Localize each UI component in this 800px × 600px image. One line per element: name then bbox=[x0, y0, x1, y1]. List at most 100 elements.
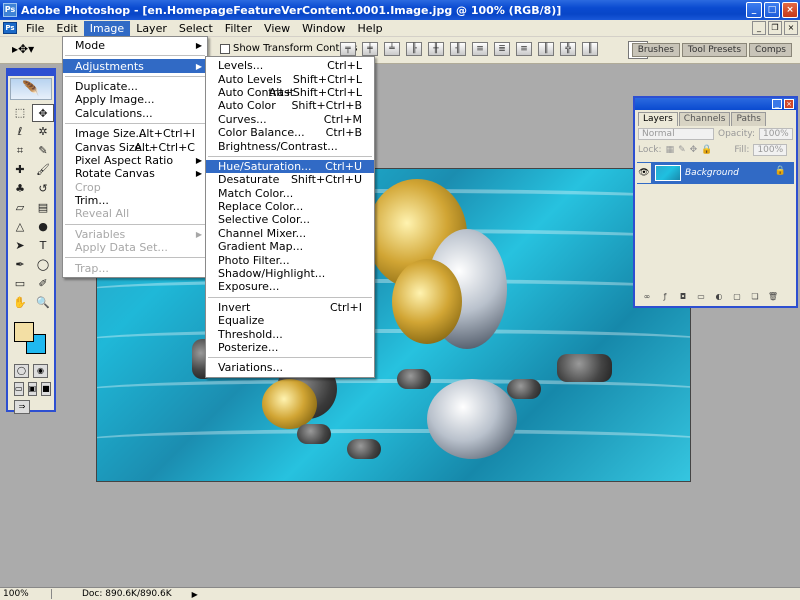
show-transform-controls-checkbox[interactable]: Show Transform Controls bbox=[220, 43, 357, 54]
eyedropper-tool-icon[interactable]: ✐ bbox=[32, 275, 54, 293]
toolbox-title-bar[interactable] bbox=[8, 70, 54, 76]
distribute-right-icon[interactable]: ║ bbox=[582, 42, 598, 56]
layer-row-background[interactable]: 👁 Background 🔒 bbox=[637, 162, 794, 184]
distribute-hcenter-icon[interactable]: ╬ bbox=[560, 42, 576, 56]
gradient-tool-icon[interactable]: ▤ bbox=[32, 199, 54, 217]
adjustment-layer-icon[interactable]: ◐ bbox=[713, 292, 725, 302]
lock-all-icon[interactable]: 🔒 bbox=[701, 145, 712, 155]
standard-screen-icon[interactable]: ▭ bbox=[14, 382, 24, 396]
tab-tool-presets[interactable]: Tool Presets bbox=[681, 43, 748, 57]
path-selection-icon[interactable]: ➤ bbox=[9, 237, 31, 255]
adjust-item-channel-mixer[interactable]: Channel Mixer... bbox=[206, 227, 374, 240]
align-bottom-icon[interactable]: ╧ bbox=[384, 42, 400, 56]
shape-tool-icon[interactable]: ◯ bbox=[32, 256, 54, 274]
menu-image[interactable]: Image bbox=[83, 20, 131, 36]
adjust-item-auto-color[interactable]: Auto Color Shift+Ctrl+B bbox=[206, 99, 374, 112]
menu-item-adjustments[interactable]: Adjustments ▶ bbox=[63, 59, 207, 73]
lock-position-icon[interactable]: ✥ bbox=[690, 145, 698, 155]
distribute-top-icon[interactable]: ≡ bbox=[472, 42, 488, 56]
foreground-color-swatch[interactable] bbox=[14, 322, 34, 342]
menu-item-mode[interactable]: Mode ▶ bbox=[63, 39, 207, 52]
full-screen-icon[interactable]: ■ bbox=[41, 382, 51, 396]
layer-mask-icon[interactable]: ◘ bbox=[677, 292, 689, 302]
layer-set-icon[interactable]: ▭ bbox=[695, 292, 707, 302]
adjust-item-invert[interactable]: Invert Ctrl+I bbox=[206, 301, 374, 314]
adjust-item-auto-contrast[interactable]: Auto Contrast Alt+Shift+Ctrl+L bbox=[206, 86, 374, 99]
tab-brushes[interactable]: Brushes bbox=[631, 43, 680, 57]
adjust-item-posterize[interactable]: Posterize... bbox=[206, 341, 374, 354]
menu-item-trim[interactable]: Trim... bbox=[63, 194, 207, 207]
adjust-item-gradient-map[interactable]: Gradient Map... bbox=[206, 240, 374, 253]
adjust-item-variations[interactable]: Variations... bbox=[206, 361, 374, 374]
tab-layers[interactable]: Layers bbox=[638, 112, 678, 126]
menu-help[interactable]: Help bbox=[352, 21, 389, 36]
fill-field[interactable]: 100% bbox=[753, 144, 788, 156]
menu-filter[interactable]: Filter bbox=[219, 21, 258, 36]
blend-mode-select[interactable]: Normal bbox=[638, 128, 714, 140]
align-hcenter-icon[interactable]: ╫ bbox=[428, 42, 444, 56]
doc-restore-button[interactable]: ❐ bbox=[768, 21, 782, 35]
tab-paths[interactable]: Paths bbox=[731, 112, 766, 126]
brush-tool-icon[interactable]: 🖌 bbox=[32, 161, 54, 179]
adjust-item-levels[interactable]: Levels... Ctrl+L bbox=[206, 59, 374, 72]
delete-layer-icon[interactable]: 🗑 bbox=[767, 292, 779, 302]
menu-file[interactable]: File bbox=[20, 21, 50, 36]
menu-item-canvas-size[interactable]: Canvas Size... Alt+Ctrl+C bbox=[63, 140, 207, 154]
magic-wand-tool-icon[interactable]: ✲ bbox=[32, 123, 54, 141]
distribute-vcenter-icon[interactable]: ≣ bbox=[494, 42, 510, 56]
adjust-item-threshold[interactable]: Threshold... bbox=[206, 327, 374, 341]
adjust-item-exposure[interactable]: Exposure... bbox=[206, 280, 374, 293]
align-left-icon[interactable]: ╟ bbox=[406, 42, 422, 56]
slice-tool-icon[interactable]: ✎ bbox=[32, 142, 54, 160]
adjust-item-photo-filter[interactable]: Photo Filter... bbox=[206, 253, 374, 267]
lock-transparent-icon[interactable]: ▦ bbox=[666, 145, 675, 155]
doc-close-button[interactable]: × bbox=[784, 21, 798, 35]
lock-image-icon[interactable]: ✎ bbox=[678, 145, 686, 155]
distribute-left-icon[interactable]: ║ bbox=[538, 42, 554, 56]
marquee-tool-icon[interactable]: ⬚ bbox=[9, 104, 31, 122]
adobe-feather-icon[interactable]: 🪶 bbox=[10, 78, 52, 100]
menu-item-apply-image[interactable]: Apply Image... bbox=[63, 93, 207, 106]
panel-close-button[interactable]: × bbox=[784, 99, 794, 109]
menu-edit[interactable]: Edit bbox=[50, 21, 83, 36]
distribute-bottom-icon[interactable]: ≡ bbox=[516, 42, 532, 56]
adjust-item-hue-saturation[interactable]: Hue/Saturation... Ctrl+U bbox=[206, 159, 374, 174]
crop-tool-icon[interactable]: ⌗ bbox=[9, 142, 31, 160]
zoom-level[interactable]: 100% bbox=[0, 589, 52, 599]
tab-comps[interactable]: Comps bbox=[749, 43, 792, 57]
maximize-button[interactable]: □ bbox=[764, 2, 780, 18]
full-screen-menu-icon[interactable]: ▣ bbox=[27, 382, 38, 396]
adjust-item-brightness-contrast[interactable]: Brightness/Contrast... bbox=[206, 139, 374, 153]
eye-icon[interactable]: 👁 bbox=[637, 163, 651, 183]
minimize-button[interactable]: _ bbox=[746, 2, 762, 18]
checkbox-box[interactable] bbox=[220, 43, 230, 54]
align-right-icon[interactable]: ╢ bbox=[450, 42, 466, 56]
eraser-tool-icon[interactable]: ▱ bbox=[9, 199, 31, 217]
menu-item-image-size[interactable]: Image Size... Alt+Ctrl+I bbox=[63, 127, 207, 140]
adjust-item-desaturate[interactable]: Desaturate Shift+Ctrl+U bbox=[206, 173, 374, 186]
adjust-item-shadow-highlight[interactable]: Shadow/Highlight... bbox=[206, 267, 374, 280]
adjust-item-match-color[interactable]: Match Color... bbox=[206, 187, 374, 200]
move-tool-icon[interactable]: ✥ bbox=[32, 104, 54, 122]
blur-tool-icon[interactable]: △ bbox=[9, 218, 31, 236]
new-layer-icon[interactable]: ❏ bbox=[749, 292, 761, 302]
menu-item-rotate-canvas[interactable]: Rotate Canvas ▶ bbox=[63, 167, 207, 180]
adjust-item-equalize[interactable]: Equalize bbox=[206, 314, 374, 327]
lasso-tool-icon[interactable]: ℓ bbox=[9, 123, 31, 141]
layers-panel-title-bar[interactable]: _ × bbox=[635, 98, 796, 110]
menu-window[interactable]: Window bbox=[296, 21, 351, 36]
quick-mask-icon[interactable]: ◉ bbox=[33, 364, 48, 378]
adjust-item-replace-color[interactable]: Replace Color... bbox=[206, 200, 374, 213]
menu-item-pixel-aspect-ratio[interactable]: Pixel Aspect Ratio ▶ bbox=[63, 154, 207, 167]
align-top-icon[interactable]: ╤ bbox=[340, 42, 356, 56]
menu-select[interactable]: Select bbox=[173, 21, 219, 36]
jump-to-imageready-icon[interactable]: ⇒ bbox=[14, 400, 30, 414]
menu-layer[interactable]: Layer bbox=[130, 21, 173, 36]
panel-minimize-button[interactable]: _ bbox=[772, 99, 782, 109]
new-layer-set-icon[interactable]: ▢ bbox=[731, 292, 743, 302]
menu-item-duplicate[interactable]: Duplicate... bbox=[63, 80, 207, 93]
type-tool-icon[interactable]: T bbox=[32, 237, 54, 255]
healing-brush-icon[interactable]: ✚ bbox=[9, 161, 31, 179]
dodge-tool-icon[interactable]: ● bbox=[32, 218, 54, 236]
hand-tool-icon[interactable]: ✋ bbox=[9, 294, 31, 312]
